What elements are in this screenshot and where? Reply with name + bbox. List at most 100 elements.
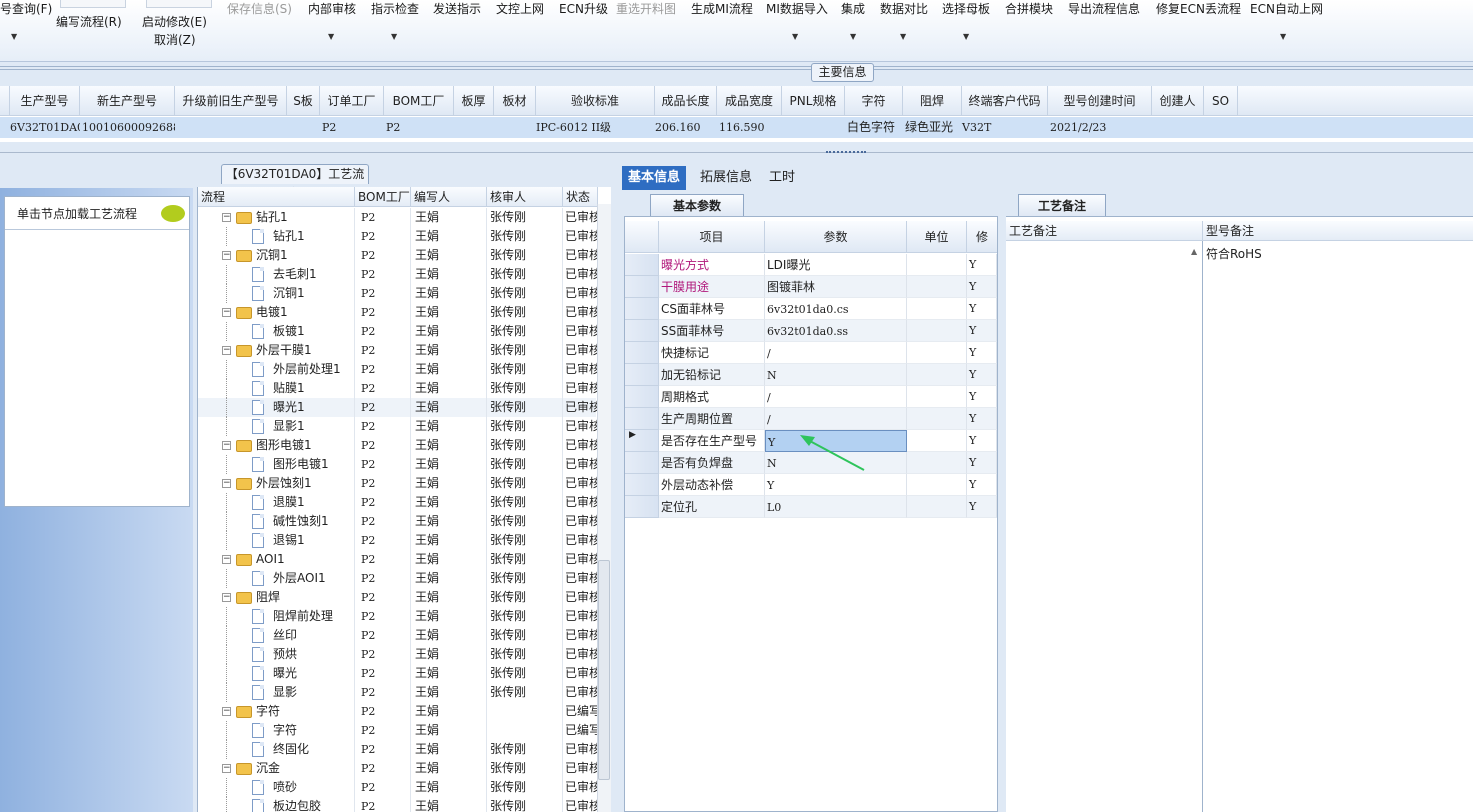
bom-factory-cell[interactable]: P2: [361, 683, 411, 702]
status-cell[interactable]: 已审核: [565, 303, 598, 322]
tree-cell[interactable]: − 图形电镀1: [198, 436, 355, 455]
collapse-icon[interactable]: −: [222, 441, 231, 450]
param-unit[interactable]: [907, 342, 967, 364]
column-header[interactable]: 单位: [907, 221, 967, 253]
row-selector[interactable]: ▶: [625, 430, 659, 452]
tree-cell[interactable]: 喷砂: [198, 778, 355, 797]
param-unit[interactable]: [907, 408, 967, 430]
reviewer-cell[interactable]: 张传刚: [490, 569, 563, 588]
process-tab-title[interactable]: 【6V32T01DA0】工艺流程: [221, 164, 369, 200]
tree-cell[interactable]: 显影: [198, 683, 355, 702]
writer-cell[interactable]: 王娟: [415, 474, 487, 493]
table-row[interactable]: 去毛刺1 P2 王娟 张传刚 已审核: [198, 265, 598, 284]
writer-cell[interactable]: 王娟: [415, 531, 487, 550]
writer-cell[interactable]: 王娟: [415, 208, 487, 227]
row-selector[interactable]: [625, 342, 659, 364]
cell-acceptance[interactable]: IPC-6012 II级: [534, 117, 655, 138]
collapse-icon[interactable]: −: [222, 555, 231, 564]
param-unit[interactable]: [907, 474, 967, 496]
column-header[interactable]: 核审人: [487, 187, 563, 207]
collapse-icon[interactable]: −: [222, 707, 231, 716]
param-unit[interactable]: [907, 386, 967, 408]
reviewer-cell[interactable]: 张传刚: [490, 455, 563, 474]
mi-import-button[interactable]: MI数据导入: [766, 0, 828, 17]
column-header[interactable]: SO: [1204, 86, 1238, 116]
row-selector[interactable]: [625, 496, 659, 518]
status-cell[interactable]: 已审核: [565, 645, 598, 664]
write-process-button[interactable]: 编写流程(R): [56, 13, 122, 30]
reviewer-cell[interactable]: 张传刚: [490, 227, 563, 246]
status-cell[interactable]: 已审核: [565, 455, 598, 474]
tree-cell[interactable]: 板镀1: [198, 322, 355, 341]
generate-mi-button[interactable]: 生成MI流程: [691, 0, 753, 17]
table-row[interactable]: 钻孔1 P2 王娟 张传刚 已审核: [198, 227, 598, 246]
param-row[interactable]: 外层动态补偿 Y Y: [625, 474, 997, 496]
param-value[interactable]: 6v32t01da0.ss: [765, 320, 907, 342]
dropdown-arrow-icon[interactable]: ▼: [900, 32, 906, 41]
reviewer-cell[interactable]: [490, 721, 563, 740]
tree-cell[interactable]: 显影1: [198, 417, 355, 436]
column-header[interactable]: 编写人: [411, 187, 487, 207]
dropdown-arrow-icon[interactable]: ▼: [11, 32, 17, 41]
writer-cell[interactable]: 王娟: [415, 227, 487, 246]
dropdown-arrow-icon[interactable]: ▼: [963, 32, 969, 41]
status-cell[interactable]: 已编写: [565, 721, 598, 740]
status-cell[interactable]: 已审核: [565, 436, 598, 455]
reviewer-cell[interactable]: 张传刚: [490, 474, 563, 493]
reviewer-cell[interactable]: 张传刚: [490, 588, 563, 607]
writer-cell[interactable]: 王娟: [415, 284, 487, 303]
bom-factory-cell[interactable]: P2: [361, 246, 411, 265]
reviewer-cell[interactable]: 张传刚: [490, 626, 563, 645]
tab-work-hours[interactable]: 工时: [763, 166, 801, 190]
bom-factory-cell[interactable]: P2: [361, 493, 411, 512]
tree-cell[interactable]: 碱性蚀刻1: [198, 512, 355, 531]
table-row[interactable]: 退锡1 P2 王娟 张传刚 已审核: [198, 531, 598, 550]
tree-cell[interactable]: 退膜1: [198, 493, 355, 512]
left-node-box[interactable]: 单击节点加载工艺流程: [4, 196, 190, 507]
param-value[interactable]: 6v32t01da0.cs: [765, 298, 907, 320]
reviewer-cell[interactable]: 张传刚: [490, 645, 563, 664]
reviewer-cell[interactable]: 张传刚: [490, 607, 563, 626]
bom-factory-cell[interactable]: P2: [361, 607, 411, 626]
writer-cell[interactable]: 王娟: [415, 455, 487, 474]
writer-cell[interactable]: 王娟: [415, 721, 487, 740]
status-cell[interactable]: 已审核: [565, 778, 598, 797]
cell-model[interactable]: 6V32T01DA0: [8, 117, 80, 138]
table-row[interactable]: 显影 P2 王娟 张传刚 已审核: [198, 683, 598, 702]
tree-cell[interactable]: 外层AOI1: [198, 569, 355, 588]
row-selector[interactable]: [625, 408, 659, 430]
status-cell[interactable]: 已审核: [565, 607, 598, 626]
process-note-header[interactable]: 工艺备注: [1006, 221, 1203, 241]
row-selector[interactable]: [625, 452, 659, 474]
bom-factory-cell[interactable]: P2: [361, 778, 411, 797]
status-cell[interactable]: 已审核: [565, 626, 598, 645]
tree-cell[interactable]: − 阻焊: [198, 588, 355, 607]
param-row[interactable]: 定位孔 L0 Y: [625, 496, 997, 518]
status-cell[interactable]: 已审核: [565, 379, 598, 398]
table-row[interactable]: 字符 P2 王娟 已编写: [198, 721, 598, 740]
writer-cell[interactable]: 王娟: [415, 379, 487, 398]
column-header[interactable]: 项目: [659, 221, 765, 253]
cell-solder-mask[interactable]: 绿色亚光: [903, 117, 962, 138]
writer-cell[interactable]: 王娟: [415, 265, 487, 284]
param-row[interactable]: SS面菲林号 6v32t01da0.ss Y: [625, 320, 997, 342]
tree-cell[interactable]: 预烘: [198, 645, 355, 664]
merge-module-button[interactable]: 合拼模块: [1005, 0, 1053, 17]
column-header[interactable]: 型号创建时间: [1048, 86, 1152, 116]
table-row[interactable]: − 电镀1 P2 王娟 张传刚 已审核: [198, 303, 598, 322]
tree-cell[interactable]: − 外层蚀刻1: [198, 474, 355, 493]
param-flag[interactable]: Y: [967, 342, 997, 364]
table-row[interactable]: 丝印 P2 王娟 张传刚 已审核: [198, 626, 598, 645]
reviewer-cell[interactable]: 张传刚: [490, 341, 563, 360]
fix-ecn-process-button[interactable]: 修复ECN丢流程: [1156, 0, 1241, 17]
row-selector[interactable]: [625, 386, 659, 408]
writer-cell[interactable]: 王娟: [415, 664, 487, 683]
writer-cell[interactable]: 王娟: [415, 398, 487, 417]
bom-factory-cell[interactable]: P2: [361, 417, 411, 436]
reviewer-cell[interactable]: 张传刚: [490, 683, 563, 702]
dropdown-arrow-icon[interactable]: ▼: [1280, 32, 1286, 41]
column-header[interactable]: 板厚: [454, 86, 494, 116]
bom-factory-cell[interactable]: P2: [361, 398, 411, 417]
param-unit[interactable]: [907, 276, 967, 298]
table-row[interactable]: 板边包胶 P2 王娟 张传刚 已审核: [198, 797, 598, 812]
